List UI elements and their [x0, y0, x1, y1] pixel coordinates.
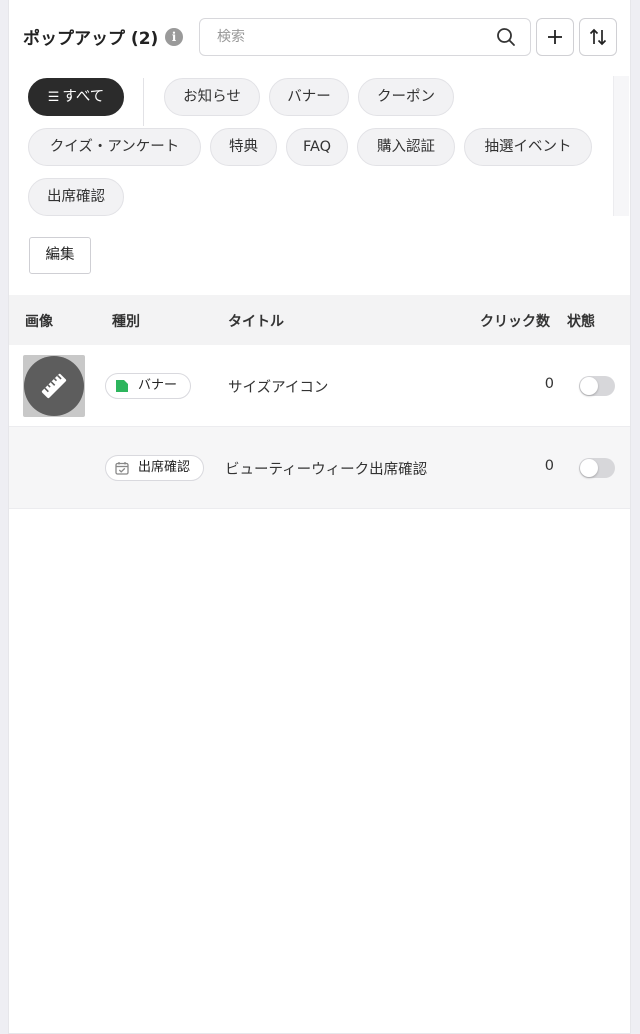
category-filters: ☰ すべて お知らせ バナー クーポン クイズ・アンケート 特典 FAQ 購入認証…: [9, 74, 630, 220]
column-header-status: 状態: [567, 314, 595, 330]
popup-table: 画像 種別 タイトル クリック数 状態 バナー サイズアイコン 0 出席確認 ビ…: [9, 295, 630, 509]
list-icon: ☰: [47, 90, 60, 105]
table-row[interactable]: バナー サイズアイコン 0: [9, 345, 630, 427]
filter-chip-attendance[interactable]: 出席確認: [28, 178, 124, 216]
edit-button[interactable]: 編集: [29, 237, 91, 274]
table-header: 画像 種別 タイトル クリック数 状態: [9, 295, 630, 345]
panel-header: ポップアップ (2) i: [9, 0, 630, 74]
filter-chip-faq[interactable]: FAQ: [286, 128, 348, 166]
column-header-type: 種別: [112, 314, 140, 330]
popup-title[interactable]: ビューティーウィーク出席確認: [225, 458, 427, 479]
sort-icon: [589, 28, 607, 46]
filter-chip-purchase-verify[interactable]: 購入認証: [357, 128, 455, 166]
search-input[interactable]: [200, 19, 490, 55]
column-header-title: タイトル: [228, 314, 284, 330]
filter-chip-coupon[interactable]: クーポン: [358, 78, 454, 116]
search-icon[interactable]: [496, 27, 516, 47]
filter-chip-lottery[interactable]: 抽選イベント: [464, 128, 592, 166]
click-count: 0: [544, 458, 554, 474]
ruler-icon: [41, 373, 67, 399]
filter-chip-quiz[interactable]: クイズ・アンケート: [28, 128, 201, 166]
calendar-check-icon: [115, 462, 129, 475]
search-box[interactable]: [199, 18, 531, 56]
table-row[interactable]: 出席確認 ビューティーウィーク出席確認 0: [9, 427, 630, 509]
status-toggle[interactable]: [579, 376, 615, 396]
popup-thumbnail: [23, 355, 85, 417]
sort-button[interactable]: [579, 18, 617, 56]
column-header-clicks: クリック数: [480, 314, 550, 330]
column-header-image: 画像: [25, 314, 53, 330]
filter-divider: [143, 78, 144, 126]
info-icon[interactable]: i: [165, 28, 183, 46]
page-title: ポップアップ (2): [23, 29, 159, 49]
filter-chip-news[interactable]: お知らせ: [164, 78, 260, 116]
type-badge: バナー: [105, 373, 192, 399]
status-toggle[interactable]: [579, 458, 615, 478]
plus-icon: [548, 30, 562, 44]
filter-scrollbar[interactable]: [613, 76, 629, 216]
filter-chip-banner[interactable]: バナー: [269, 78, 349, 116]
click-count: 0: [544, 376, 554, 392]
add-button[interactable]: [536, 18, 574, 56]
popup-panel: ポップアップ (2) i ☰すべて: [8, 0, 631, 1034]
type-badge: 出席確認: [105, 455, 205, 481]
popup-title[interactable]: サイズアイコン: [228, 376, 328, 397]
filter-chip-all[interactable]: ☰ すべて: [28, 78, 124, 116]
filter-chip-benefit[interactable]: 特典: [210, 128, 277, 166]
banner-icon: [116, 380, 128, 392]
